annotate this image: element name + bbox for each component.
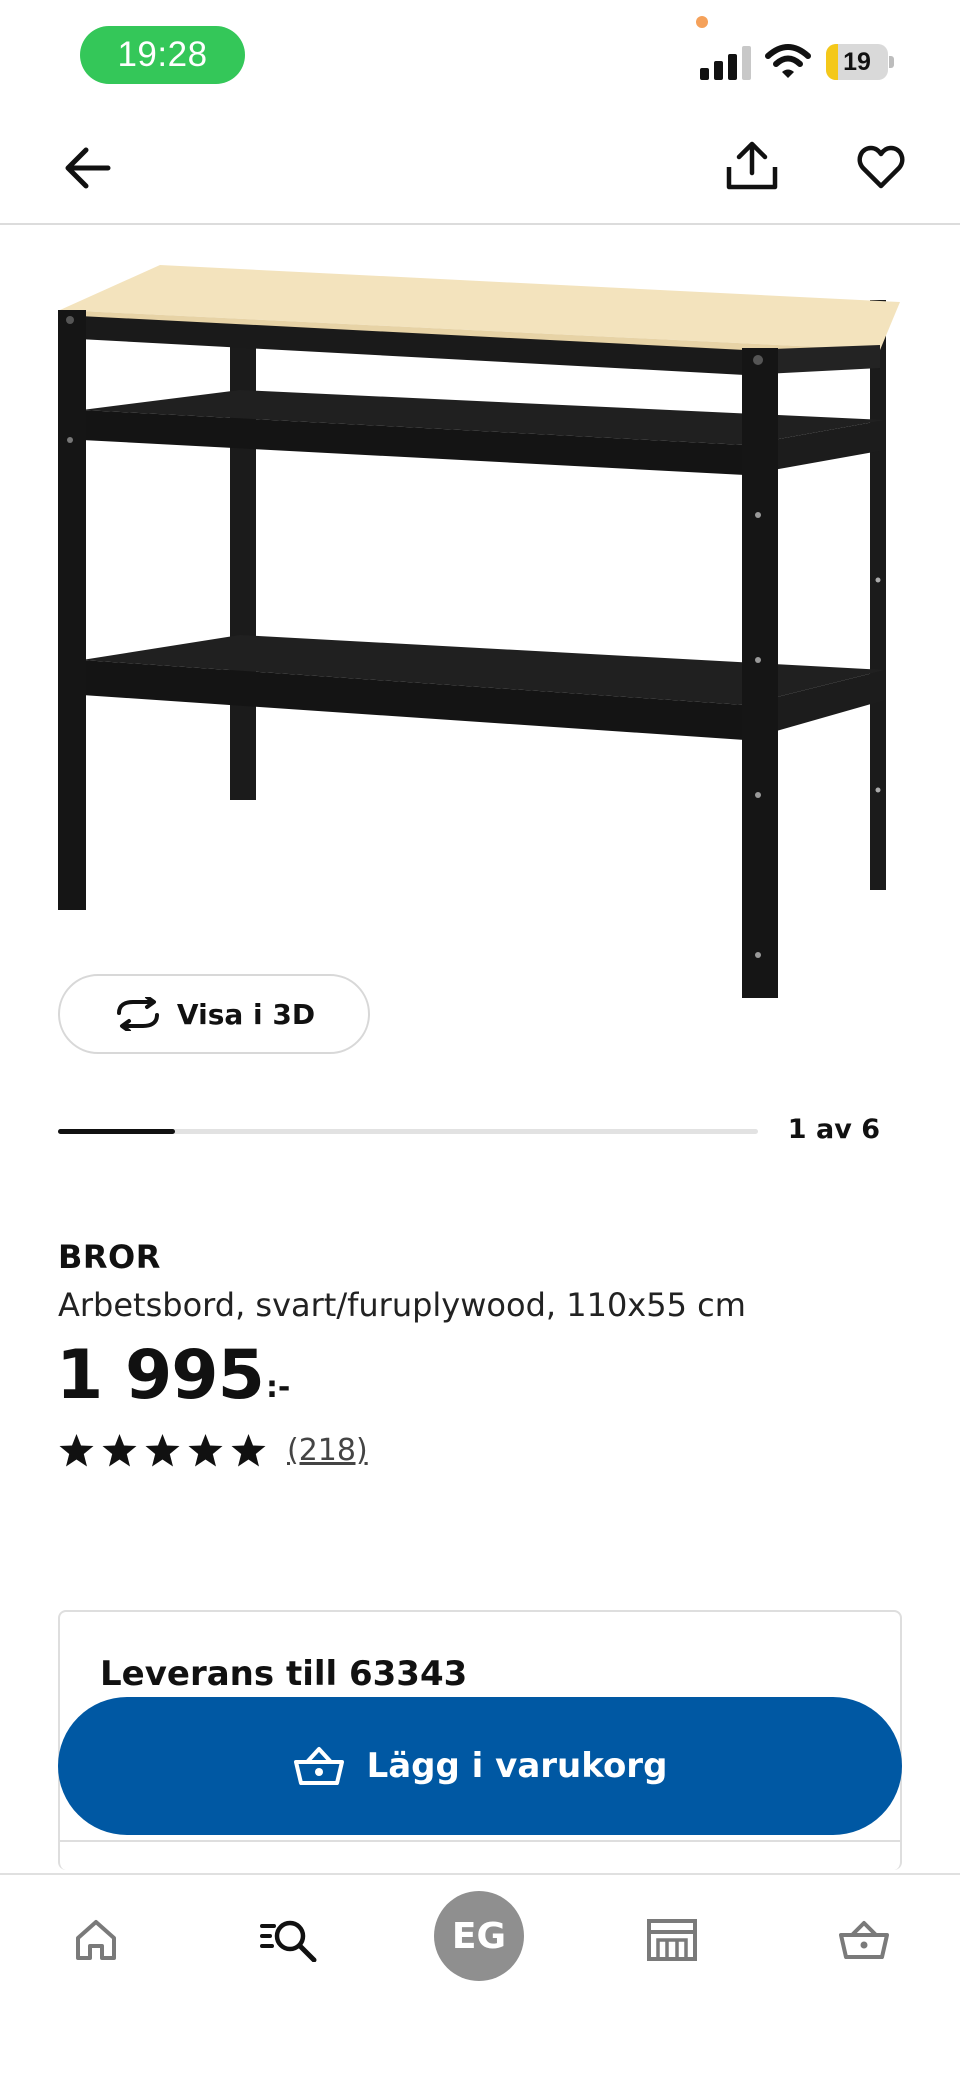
image-carousel-progress-fill <box>58 1129 175 1134</box>
cellular-signal-icon <box>700 46 751 80</box>
favorite-button[interactable] <box>850 138 912 196</box>
back-button[interactable] <box>56 140 120 196</box>
back-arrow-icon <box>65 147 111 189</box>
rating-stars <box>58 1432 267 1469</box>
product-image[interactable] <box>40 250 920 1020</box>
top-navigation-bar <box>0 110 960 225</box>
basket-icon <box>293 1747 344 1785</box>
delivery-divider <box>60 1840 900 1842</box>
star-icon <box>102 1434 137 1467</box>
tab-search[interactable] <box>254 1895 324 1985</box>
review-count-link[interactable]: (218) <box>287 1433 368 1468</box>
share-button[interactable] <box>722 136 782 196</box>
add-to-cart-label: Lägg i varukorg <box>366 1746 668 1786</box>
privacy-indicator-dot <box>696 16 708 28</box>
star-icon <box>188 1434 223 1467</box>
bottom-tab-bar: EG <box>0 1873 960 2078</box>
rotate-3d-icon <box>116 997 159 1031</box>
star-icon <box>145 1434 180 1467</box>
price-suffix: :- <box>265 1370 291 1405</box>
battery-icon: 19 <box>826 44 894 80</box>
view-in-3d-button[interactable]: Visa i 3D <box>58 974 370 1054</box>
product-name: BROR <box>58 1238 161 1276</box>
price-amount: 1 995 <box>56 1336 265 1415</box>
home-icon <box>76 1920 116 1960</box>
add-to-cart-button[interactable]: Lägg i varukorg <box>58 1697 902 1835</box>
battery-level-text: 19 <box>843 47 871 76</box>
tab-cart[interactable] <box>834 1895 894 1985</box>
share-icon <box>726 141 778 190</box>
product-description: Arbetsbord, svart/furuplywood, 110x55 cm <box>58 1286 746 1324</box>
cart-icon <box>839 1921 889 1959</box>
product-rating[interactable]: (218) <box>58 1432 368 1469</box>
tab-stores[interactable] <box>642 1895 702 1985</box>
wifi-icon <box>765 44 811 78</box>
image-carousel-progress <box>58 1129 758 1134</box>
image-counter: 1 av 6 <box>787 1114 880 1145</box>
stores-icon <box>647 1919 697 1961</box>
tab-home[interactable] <box>66 1895 126 1985</box>
heart-icon <box>857 145 905 189</box>
status-time: 19:28 <box>80 26 245 84</box>
status-bar: 19:28 19 <box>0 0 960 110</box>
product-price: 1 995 :- <box>56 1336 290 1416</box>
tab-profile-avatar[interactable]: EG <box>434 1891 524 1981</box>
star-icon <box>231 1434 266 1467</box>
delivery-title: Leverans till 63343 <box>100 1654 468 1694</box>
star-icon <box>59 1434 94 1467</box>
view-in-3d-label: Visa i 3D <box>176 997 316 1031</box>
search-icon <box>260 1920 317 1962</box>
